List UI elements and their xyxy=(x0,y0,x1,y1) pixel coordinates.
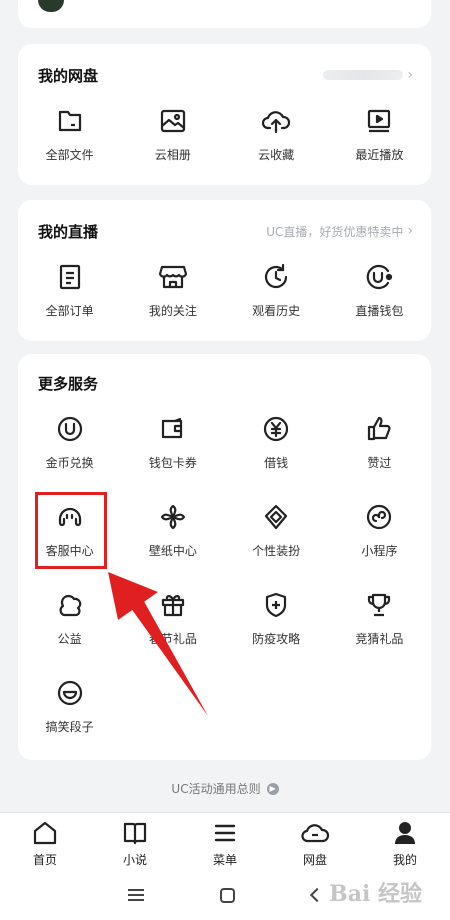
tile-label: 观看历史 xyxy=(252,304,301,318)
arrow-circle-icon: ▶ xyxy=(266,782,279,795)
tile-coin-exchange[interactable]: 金币兑换 xyxy=(18,412,121,500)
tile-spring-gift[interactable]: 春节礼品 xyxy=(121,588,224,676)
tile-all-orders[interactable]: 全部订单 xyxy=(18,260,121,348)
coin-exchange-icon xyxy=(55,414,85,444)
history-clock-icon xyxy=(261,262,291,292)
avatar[interactable] xyxy=(38,0,64,12)
tile-borrow-money[interactable]: 借钱 xyxy=(225,412,328,500)
tile-wallet-coupons[interactable]: 钱包卡券 xyxy=(121,412,224,500)
tile-all-files[interactable]: 全部文件 xyxy=(18,104,121,192)
menu-icon xyxy=(214,824,236,842)
tile-label: 搞笑段子 xyxy=(45,720,94,734)
tile-cloud-favorites[interactable]: 云收藏 xyxy=(225,104,328,192)
activity-rules-text: UC活动通用总则 xyxy=(171,782,261,796)
tile-label: 公益 xyxy=(57,632,82,646)
tile-label: 个性装扮 xyxy=(252,544,301,558)
tile-watch-history[interactable]: 观看历史 xyxy=(225,260,328,348)
tile-charity[interactable]: 公益 xyxy=(18,588,121,676)
blurred-info xyxy=(323,70,404,80)
recent-apps-icon[interactable] xyxy=(128,889,145,901)
tile-label: 防疫攻略 xyxy=(252,632,301,646)
tile-quiz-gift[interactable]: 竞猜礼品 xyxy=(328,588,431,676)
tile-label: 春节礼品 xyxy=(148,632,197,646)
tile-label: 我的关注 xyxy=(148,304,197,318)
tab-label: 小说 xyxy=(122,853,147,867)
shield-plus-icon xyxy=(261,590,291,620)
gift-icon xyxy=(158,590,188,620)
tile-label: 钱包卡券 xyxy=(148,456,197,470)
more-services-title: 更多服务 xyxy=(38,374,99,393)
tile-jokes[interactable]: 搞笑段子 xyxy=(18,676,121,764)
tab-label: 网盘 xyxy=(302,853,327,867)
back-icon[interactable] xyxy=(309,887,324,903)
tile-liked[interactable]: 赞过 xyxy=(328,412,431,500)
live-title: 我的直播 xyxy=(38,222,99,241)
cloud-upload-icon xyxy=(261,106,291,136)
tab-netdisk[interactable]: 网盘 xyxy=(270,813,360,870)
bottom-tabbar: 首页 小说 菜单 网盘 我的 xyxy=(0,812,450,870)
tile-label: 金币兑换 xyxy=(45,456,94,470)
play-screen-icon xyxy=(364,106,394,136)
tile-label: 云相册 xyxy=(154,148,191,162)
tile-cloud-album[interactable]: 云相册 xyxy=(121,104,224,192)
live-promo-link[interactable]: UC直播，好货优惠特卖中 › xyxy=(266,223,413,240)
home-icon xyxy=(33,821,57,845)
order-list-icon xyxy=(55,262,85,292)
smile-icon xyxy=(55,678,85,708)
book-icon xyxy=(123,822,147,845)
tile-label: 全部文件 xyxy=(45,148,94,162)
chevron-right-icon: › xyxy=(407,67,413,83)
tile-live-wallet[interactable]: 直播钱包 xyxy=(328,260,431,348)
tab-label: 菜单 xyxy=(212,853,237,867)
tile-personal-style[interactable]: 个性装扮 xyxy=(225,500,328,588)
activity-rules-link[interactable]: UC活动通用总则 ▶ xyxy=(0,780,450,797)
image-icon xyxy=(158,106,188,136)
profile-card-top xyxy=(18,0,431,28)
tab-label: 我的 xyxy=(392,853,417,867)
cloud-icon xyxy=(301,824,330,843)
trophy-icon xyxy=(364,590,394,620)
tile-epidemic-guide[interactable]: 防疫攻略 xyxy=(225,588,328,676)
tile-label: 小程序 xyxy=(361,544,398,558)
tab-mine[interactable]: 我的 xyxy=(360,813,450,870)
tab-novel[interactable]: 小说 xyxy=(90,813,180,870)
tile-my-follows[interactable]: 我的关注 xyxy=(121,260,224,348)
folder-icon xyxy=(55,106,85,136)
highlight-box xyxy=(35,492,107,569)
thumbs-up-icon xyxy=(364,414,394,444)
wallet-icon xyxy=(158,414,188,444)
tile-wallpaper-center[interactable]: 壁纸中心 xyxy=(121,500,224,588)
mini-program-icon xyxy=(364,502,394,532)
live-subtitle: UC直播，好货优惠特卖中 xyxy=(266,224,404,239)
netdisk-more[interactable]: › xyxy=(323,67,413,83)
tile-label: 竞猜礼品 xyxy=(355,632,404,646)
tab-menu[interactable]: 菜单 xyxy=(180,813,270,870)
home-button-icon[interactable] xyxy=(220,887,236,903)
tile-label: 全部订单 xyxy=(45,304,94,318)
store-icon xyxy=(158,262,188,292)
watermark: Bai 经验 xyxy=(329,881,422,907)
tile-recent-play[interactable]: 最近播放 xyxy=(328,104,431,192)
tile-label: 最近播放 xyxy=(355,148,404,162)
tab-home[interactable]: 首页 xyxy=(0,813,90,870)
tab-label: 首页 xyxy=(32,853,57,867)
charity-icon xyxy=(55,590,85,620)
user-icon xyxy=(395,822,415,844)
tile-mini-program[interactable]: 小程序 xyxy=(328,500,431,588)
tile-label: 赞过 xyxy=(367,456,392,470)
yuan-icon xyxy=(261,414,291,444)
netdisk-card: 我的网盘 › 全部文件 云相册 云收藏 最近播放 xyxy=(18,44,431,185)
pinwheel-icon xyxy=(158,502,188,532)
chevron-right-icon: › xyxy=(407,223,413,239)
tile-label: 壁纸中心 xyxy=(148,544,197,558)
live-card: 我的直播 UC直播，好货优惠特卖中 › 全部订单 我的关注 观看历史 直播钱包 xyxy=(18,200,431,341)
tile-label: 直播钱包 xyxy=(355,304,404,318)
live-wallet-icon xyxy=(364,262,394,292)
style-icon xyxy=(261,502,291,532)
netdisk-title: 我的网盘 xyxy=(38,66,99,85)
tile-label: 云收藏 xyxy=(258,148,295,162)
tile-label: 借钱 xyxy=(264,456,289,470)
